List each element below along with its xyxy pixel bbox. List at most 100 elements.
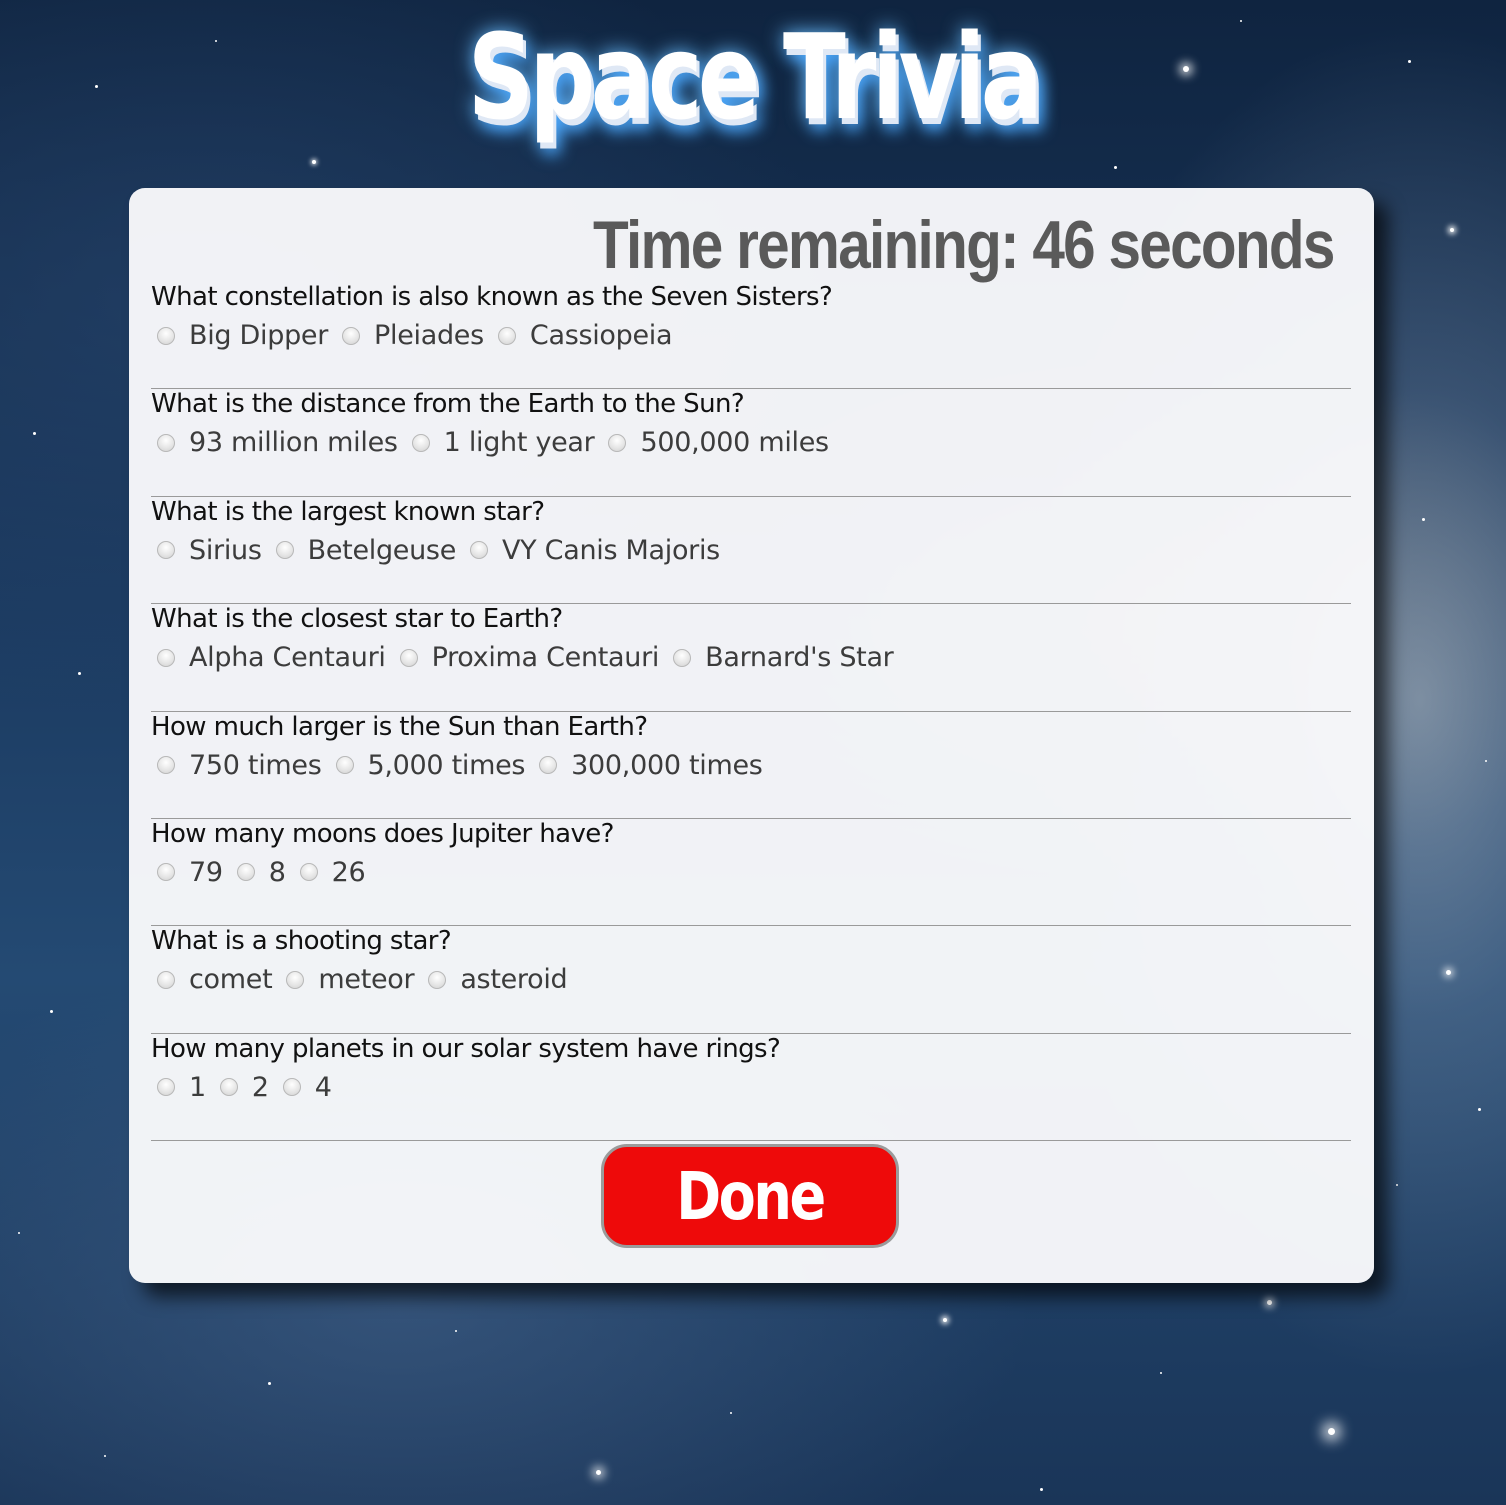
- answer-option[interactable]: asteroid: [428, 964, 568, 995]
- answer-label[interactable]: Barnard's Star: [705, 642, 894, 673]
- star: [1160, 1372, 1162, 1374]
- answer-label[interactable]: comet: [189, 964, 273, 995]
- answer-label[interactable]: 1: [189, 1072, 206, 1103]
- answer-label[interactable]: 5,000 times: [368, 750, 526, 781]
- answer-option[interactable]: Betelgeuse: [275, 535, 457, 566]
- radio-button[interactable]: [157, 863, 175, 882]
- star: [95, 85, 98, 88]
- answer-label[interactable]: Pleiades: [374, 320, 484, 351]
- radio-button[interactable]: [608, 433, 627, 452]
- star: [1446, 970, 1451, 975]
- question-item: How many planets in our solar system hav…: [151, 1034, 1351, 1142]
- star: [1450, 228, 1454, 232]
- answer-option[interactable]: 79: [157, 857, 223, 888]
- question-text: What constellation is also known as the …: [151, 282, 833, 312]
- answer-option[interactable]: 26: [299, 857, 366, 888]
- radio-button[interactable]: [411, 433, 430, 452]
- done-button[interactable]: Done: [601, 1144, 899, 1248]
- radio-button[interactable]: [299, 863, 318, 882]
- answer-option[interactable]: 4: [282, 1072, 332, 1103]
- radio-button[interactable]: [157, 541, 175, 560]
- answer-option[interactable]: Big Dipper: [157, 320, 328, 351]
- time-remaining: Time remaining: 46 seconds: [593, 207, 1335, 283]
- star: [1422, 518, 1425, 521]
- answer-label[interactable]: Alpha Centauri: [189, 642, 386, 673]
- answer-label[interactable]: Proxima Centauri: [432, 642, 660, 673]
- answer-label[interactable]: 300,000 times: [571, 750, 763, 781]
- answer-label[interactable]: 79: [189, 857, 223, 888]
- radio-button[interactable]: [673, 648, 692, 667]
- answer-option[interactable]: Sirius: [157, 535, 262, 566]
- answer-option[interactable]: Barnard's Star: [673, 642, 894, 673]
- star: [730, 1412, 732, 1414]
- answer-label[interactable]: Betelgeuse: [308, 535, 457, 566]
- question-item: What is the largest known star? Sirius B…: [151, 497, 1351, 605]
- answer-option[interactable]: 5,000 times: [335, 750, 526, 781]
- radio-button[interactable]: [157, 1078, 175, 1097]
- done-button-label[interactable]: Done: [676, 1158, 826, 1235]
- answer-option[interactable]: 1: [157, 1072, 206, 1103]
- radio-button[interactable]: [539, 756, 558, 775]
- answer-option[interactable]: meteor: [286, 964, 415, 995]
- star: [1485, 760, 1487, 762]
- star: [455, 1330, 457, 1332]
- answer-option[interactable]: Proxima Centauri: [399, 642, 660, 673]
- star: [1408, 60, 1411, 63]
- answer-label[interactable]: 2: [252, 1072, 269, 1103]
- question-text: How many moons does Jupiter have?: [151, 818, 614, 849]
- radio-button[interactable]: [282, 1078, 301, 1097]
- answer-label[interactable]: Sirius: [189, 535, 262, 566]
- radio-button[interactable]: [342, 326, 361, 345]
- radio-button[interactable]: [157, 326, 175, 345]
- answer-option[interactable]: 1 light year: [411, 427, 595, 458]
- answer-options: Sirius Betelgeuse VY Canis Majoris: [157, 535, 734, 566]
- answer-option[interactable]: 8: [236, 857, 286, 888]
- answer-option[interactable]: 300,000 times: [539, 750, 763, 781]
- radio-button[interactable]: [470, 541, 488, 560]
- radio-button[interactable]: [399, 648, 418, 667]
- star: [312, 160, 316, 164]
- answer-label[interactable]: 500,000 miles: [640, 427, 829, 458]
- answer-options: comet meteor asteroid: [157, 964, 581, 995]
- radio-button[interactable]: [157, 433, 175, 452]
- answer-label[interactable]: 26: [332, 857, 366, 888]
- answer-option[interactable]: Alpha Centauri: [157, 642, 386, 673]
- question-item: What is the closest star to Earth? Alpha…: [151, 604, 1351, 712]
- radio-button[interactable]: [219, 1078, 238, 1097]
- radio-button[interactable]: [335, 756, 354, 775]
- answer-label[interactable]: 93 million miles: [189, 427, 398, 458]
- answer-options: 79 8 26: [157, 857, 379, 888]
- answer-option[interactable]: comet: [157, 964, 273, 995]
- answer-option[interactable]: VY Canis Majoris: [470, 535, 720, 566]
- star: [1114, 166, 1117, 169]
- answer-option[interactable]: 500,000 miles: [608, 427, 829, 458]
- answer-label[interactable]: VY Canis Majoris: [502, 535, 720, 566]
- answer-option[interactable]: Cassiopeia: [497, 320, 673, 351]
- answer-option[interactable]: 750 times: [157, 750, 322, 781]
- answer-label[interactable]: asteroid: [460, 964, 567, 995]
- answer-label[interactable]: Big Dipper: [189, 320, 328, 351]
- answer-option[interactable]: 2: [219, 1072, 269, 1103]
- answer-option[interactable]: Pleiades: [342, 320, 484, 351]
- star: [1478, 1108, 1481, 1111]
- answer-label[interactable]: 1 light year: [444, 427, 595, 458]
- radio-button[interactable]: [236, 863, 255, 882]
- radio-button[interactable]: [428, 970, 447, 989]
- answer-option[interactable]: 93 million miles: [157, 427, 398, 458]
- quiz-panel: Time remaining: 46 seconds What constell…: [129, 188, 1374, 1283]
- star: [1267, 1300, 1272, 1305]
- answer-label[interactable]: 4: [315, 1072, 332, 1103]
- radio-button[interactable]: [157, 970, 175, 989]
- radio-button[interactable]: [286, 970, 305, 989]
- radio-button[interactable]: [275, 541, 294, 560]
- star: [78, 672, 81, 675]
- answer-label[interactable]: 750 times: [189, 750, 322, 781]
- star: [33, 432, 36, 435]
- answer-label[interactable]: Cassiopeia: [530, 320, 673, 351]
- answer-label[interactable]: meteor: [318, 964, 414, 995]
- star: [50, 1010, 53, 1013]
- radio-button[interactable]: [157, 648, 175, 667]
- answer-label[interactable]: 8: [269, 857, 286, 888]
- radio-button[interactable]: [157, 756, 175, 775]
- radio-button[interactable]: [497, 326, 516, 345]
